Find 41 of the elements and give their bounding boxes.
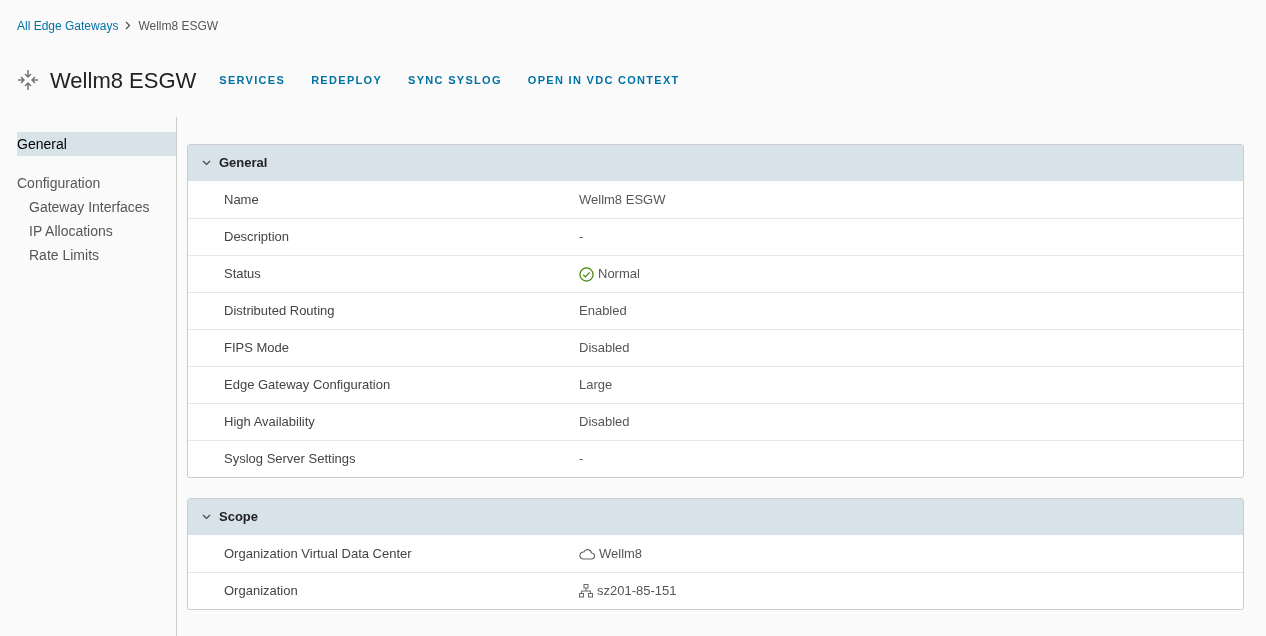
breadcrumb-current: Wellm8 ESGW: [138, 17, 219, 35]
field-value: Normal: [598, 265, 640, 284]
chevron-down-icon: [202, 514, 211, 520]
sidebar-subitem[interactable]: Gateway Interfaces: [0, 195, 176, 219]
field-value: -: [579, 450, 584, 469]
chevron-down-icon: [202, 160, 211, 166]
sidebar-subitem[interactable]: IP Allocations: [0, 219, 176, 243]
field-value: Disabled: [579, 413, 630, 432]
check-circle-icon: [579, 266, 594, 282]
field-label: Organization Virtual Data Center: [223, 544, 413, 563]
section-header[interactable]: Scope: [188, 499, 1243, 535]
page-title: Wellm8 ESGW: [50, 66, 197, 95]
field-label: Description: [223, 228, 291, 247]
field-value: Wellm8: [599, 544, 643, 563]
sidebar-item[interactable]: Configuration: [17, 171, 176, 195]
action-button[interactable]: SERVICES: [206, 64, 299, 96]
cloud-icon: [579, 547, 595, 560]
field-value: Wellm8 ESGW: [579, 190, 666, 209]
field-label: Status: [223, 265, 262, 284]
field-label: Name: [223, 190, 260, 209]
action-button[interactable]: OPEN IN VDC CONTEXT: [514, 64, 693, 96]
field-value: sz201-85-151: [597, 582, 677, 601]
field-label: Organization: [223, 582, 299, 601]
field-value: Large: [579, 376, 613, 395]
chevron-right-icon: [125, 21, 132, 30]
arrows-icon: [17, 69, 39, 91]
sidebar-subitem[interactable]: Rate Limits: [0, 243, 176, 267]
breadcrumb-link[interactable]: All Edge Gateways: [17, 16, 119, 35]
field-value: Enabled: [579, 302, 627, 321]
section-header[interactable]: General: [188, 145, 1243, 181]
field-label: FIPS Mode: [223, 339, 291, 358]
field-label: High Availability: [223, 413, 316, 432]
field-value: Disabled: [579, 339, 630, 358]
action-button[interactable]: REDEPLOY: [298, 64, 396, 96]
field-label: Distributed Routing: [223, 302, 336, 321]
field-label: Syslog Server Settings: [223, 450, 357, 469]
field-value: -: [579, 228, 584, 247]
field-label: Edge Gateway Configuration: [223, 376, 392, 395]
sidebar-item[interactable]: General: [17, 132, 176, 156]
action-button[interactable]: SYNC SYSLOG: [395, 64, 515, 96]
hierarchy-icon: [579, 584, 593, 598]
